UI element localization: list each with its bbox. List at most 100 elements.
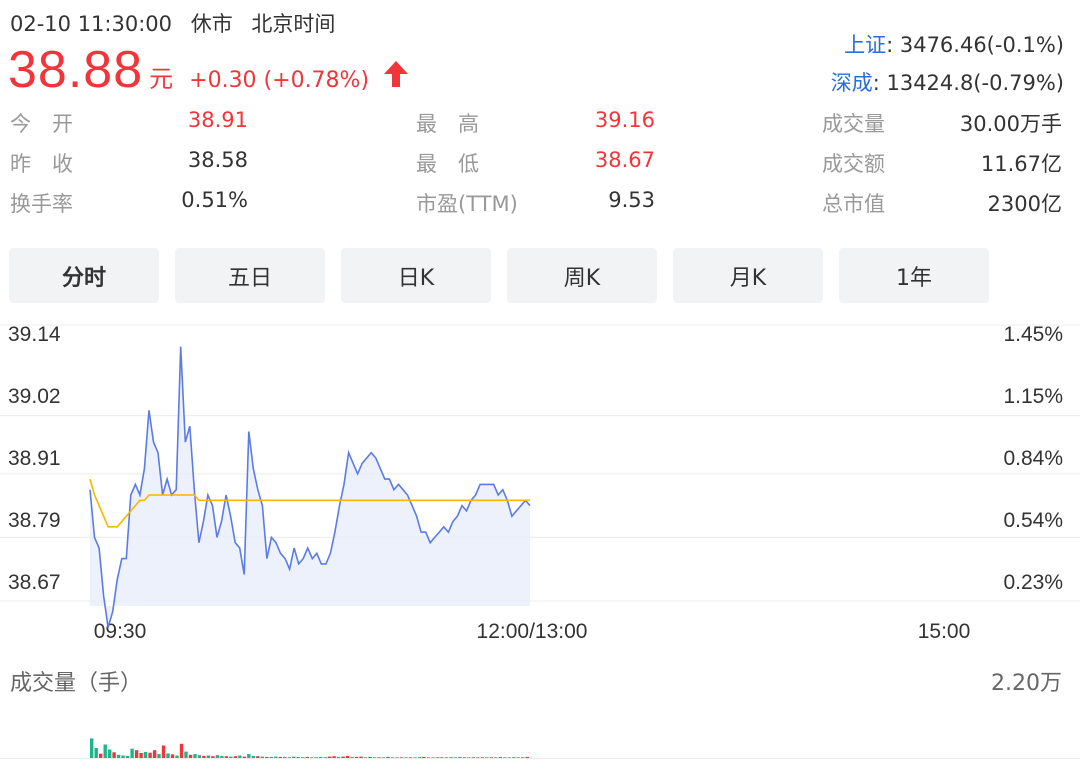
volume-bar: [170, 754, 175, 758]
volume-bar: [130, 748, 134, 758]
x-tick: 09:30: [94, 620, 147, 643]
y-left-tick: 38.67: [8, 571, 61, 594]
volume-bar: [381, 757, 386, 758]
stat-value: 11.67亿: [980, 152, 1062, 176]
volume-bar: [341, 756, 345, 758]
volume-bar: [202, 755, 206, 758]
stat-value: 38.91: [187, 108, 248, 132]
tab-4[interactable]: 月K: [673, 248, 823, 303]
tab-3[interactable]: 周K: [507, 248, 657, 303]
volume-bar: [480, 757, 484, 758]
current-price: 38.88: [8, 41, 144, 99]
volume-bar: [471, 757, 475, 758]
volume-bar: [292, 756, 296, 758]
index-box: 上证: 3476.46(-0.1%) 深成: 13424.8(-0.79%): [831, 26, 1064, 102]
volume-bar: [206, 755, 211, 758]
y-left-tick: 38.79: [8, 509, 61, 532]
tab-5[interactable]: 1年: [839, 248, 989, 303]
volume-bar: [422, 756, 426, 758]
tab-2[interactable]: 日K: [341, 248, 491, 303]
volume-bar: [251, 755, 255, 758]
volume-bar: [94, 748, 98, 758]
volume-bar: [350, 756, 354, 758]
timezone-label: 北京时间: [251, 12, 336, 36]
volume-bar: [121, 755, 125, 758]
index-name-shanghai[interactable]: 上证: [844, 33, 886, 57]
volume-bar: [193, 754, 197, 758]
volume-bar: [269, 756, 273, 758]
volume-bar: [444, 757, 449, 758]
volume-bar: [175, 755, 179, 758]
volume-bar: [305, 756, 309, 758]
index-value-shanghai: : 3476.46(-0.1%): [886, 33, 1064, 57]
volume-bar: [476, 757, 480, 758]
index-name-shenzhen[interactable]: 深成: [831, 71, 873, 95]
stat-value: 38.58: [187, 148, 248, 172]
quote-stats: 今 开 38.91 最 高 39.16 成交量 30.00万手昨 收 38.58 最 低 38.…: [10, 108, 1066, 228]
tab-0[interactable]: 分时: [9, 248, 159, 303]
price-area-fill: [90, 346, 530, 628]
volume-bar: [336, 756, 341, 758]
stat-value: 9.53: [608, 188, 655, 212]
arrow-up-icon: [384, 61, 409, 87]
volume-bar: [134, 750, 139, 758]
volume-bar: [161, 745, 166, 758]
volume-bar: [332, 756, 336, 758]
volume-bar: [525, 756, 529, 758]
stat-label: 总市值: [822, 192, 885, 216]
volume-bar: [319, 756, 323, 758]
x-tick: 15:00: [918, 620, 971, 643]
volume-bar: [404, 757, 408, 758]
stat-label: 换手率: [10, 192, 73, 216]
tab-1[interactable]: 五日: [175, 248, 325, 303]
y-right-tick: 1.15%: [1003, 385, 1063, 408]
volume-bar: [512, 757, 516, 758]
volume-bar: [440, 757, 444, 758]
volume-bar: [108, 749, 112, 758]
y-left-tick: 38.91: [8, 447, 61, 470]
volume-bar: [485, 757, 489, 758]
volume-bar: [363, 757, 368, 758]
volume-bar: [188, 754, 193, 758]
volume-bar: [125, 755, 130, 758]
volume-bar: [462, 757, 467, 758]
volume-bar: [278, 756, 282, 758]
volume-bar: [238, 755, 242, 758]
x-tick: 12:00/13:00: [477, 620, 588, 643]
volume-bar: [139, 753, 143, 758]
volume-bar: [489, 757, 493, 758]
volume-bar: [265, 756, 269, 758]
stat-row: 换手率 0.51% 市盈(TTM) 9.53 总市值 2300亿: [10, 188, 1066, 228]
stat-row: 今 开 38.91 最 高 39.16 成交量 30.00万手: [10, 108, 1066, 148]
volume-bar: [211, 756, 215, 758]
y-left-tick: 39.02: [8, 385, 61, 408]
volume-bar: [503, 757, 507, 758]
volume-bar: [399, 757, 404, 758]
volume-bar: [516, 757, 520, 758]
volume-bar: [197, 755, 202, 758]
volume-bar: [328, 756, 332, 758]
index-row-shenzhen[interactable]: 深成: 13424.8(-0.79%): [831, 64, 1064, 102]
volume-bar: [310, 757, 314, 758]
stat-value: 2300亿: [987, 192, 1062, 216]
stat-value: 39.16: [594, 108, 655, 132]
volume-bar: [395, 757, 399, 758]
volume-bar: [296, 756, 300, 758]
volume-bar: [247, 754, 251, 758]
volume-bar: [390, 757, 395, 758]
volume-bar: [507, 757, 511, 758]
stat-label: 市盈(TTM): [416, 192, 518, 216]
y-right-tick: 0.54%: [1003, 509, 1063, 532]
volume-bar: [453, 757, 458, 758]
volume-bar: [314, 757, 318, 758]
stat-label: 成交量: [822, 112, 885, 136]
volume-bar: [377, 757, 381, 758]
volume-bar: [220, 755, 224, 758]
index-row-shanghai[interactable]: 上证: 3476.46(-0.1%): [831, 26, 1064, 64]
volume-bar: [116, 754, 121, 758]
stat-value: 0.51%: [181, 188, 248, 212]
y-right-tick: 0.23%: [1003, 571, 1063, 594]
volume-bar: [413, 757, 417, 758]
volume-bar: [301, 757, 305, 758]
volume-bar: [90, 738, 94, 758]
